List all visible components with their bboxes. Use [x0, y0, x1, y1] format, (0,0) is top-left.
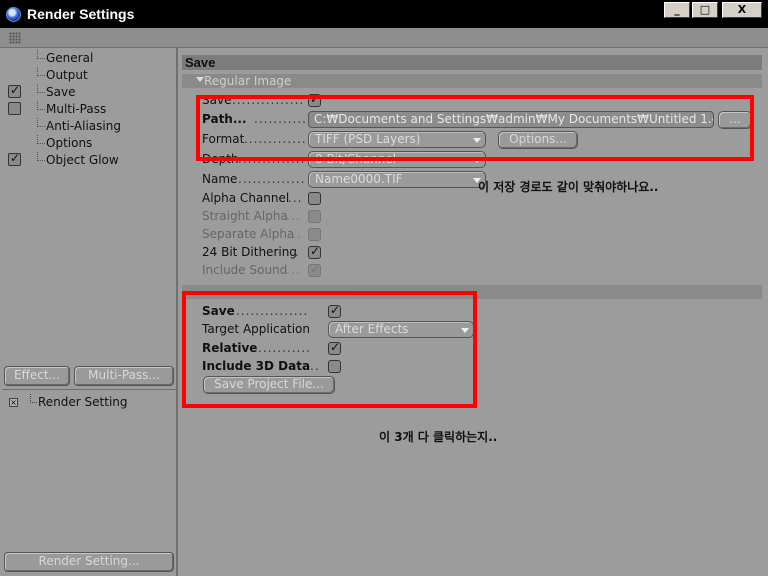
sidebar-checkbox[interactable]	[8, 151, 21, 166]
alpha-channel-field: Alpha Channel ...	[202, 190, 332, 207]
regular-image-section[interactable]: Regular Image	[182, 74, 762, 88]
sidebar-checkbox[interactable]	[8, 83, 21, 98]
separate-alpha-field: Separate Alpha ..	[202, 226, 332, 243]
minimize-button[interactable]: _	[664, 2, 690, 18]
expand-icon[interactable]: ×	[9, 398, 18, 407]
separate-alpha-label: Separate Alpha	[202, 227, 295, 241]
annotation-path-question: 이 저장 경로도 같이 맞춰야하나요..	[478, 180, 659, 194]
alpha-channel-label: Alpha Channel	[202, 191, 290, 205]
leader-dots: ..	[292, 227, 302, 241]
title-bar: Render Settings _ □ X	[0, 0, 768, 28]
straight-alpha-label: Straight Alpha	[202, 209, 288, 223]
sidebar-item-label: Options	[46, 136, 93, 150]
collapse-arrow-icon	[196, 77, 204, 82]
sidebar-item-label: Multi-Pass	[46, 102, 107, 116]
render-setting-button[interactable]: Render Setting...	[4, 552, 174, 572]
render-setting-list: × Render Setting	[2, 389, 176, 546]
render-settings-window: Render Settings _ □ X General Output Save M…	[0, 0, 768, 576]
sidebar-item-save[interactable]: Save	[0, 83, 176, 101]
leader-dots: ...	[288, 191, 303, 205]
include-sound-checkbox	[308, 262, 321, 277]
sidebar-item-anti-aliasing[interactable]: Anti-Aliasing	[0, 118, 176, 135]
sidebar-item-label: Anti-Aliasing	[46, 119, 121, 133]
leader-dots: ..	[290, 245, 300, 259]
tree-line	[37, 67, 45, 76]
include-sound-field: Include Sound ...	[202, 262, 332, 279]
sidebar-item-object-glow[interactable]: Object Glow	[0, 151, 176, 169]
close-button[interactable]: X	[722, 2, 762, 18]
panel-title: Save	[185, 55, 216, 70]
alpha-channel-checkbox[interactable]	[308, 192, 321, 205]
regular-image-label: Regular Image	[204, 74, 292, 88]
straight-alpha-field: Straight Alpha ...	[202, 208, 332, 225]
leader-dots: ...	[286, 263, 301, 277]
sidebar-item-output[interactable]: Output	[0, 67, 176, 84]
name-field: Name .............. Name0000.TIF	[202, 171, 502, 188]
sidebar-item-label: Output	[46, 68, 88, 82]
effect-button[interactable]: Effect...	[4, 366, 70, 386]
include-sound-label: Include Sound	[202, 263, 288, 277]
tree-line	[37, 118, 45, 127]
sidebar-item-label: Object Glow	[46, 153, 119, 167]
sidebar-item-general[interactable]: General	[0, 50, 176, 67]
tree-line	[37, 135, 45, 144]
tree-line	[37, 50, 45, 59]
separate-alpha-checkbox	[308, 228, 321, 241]
dithering-label: 24 Bit Dithering	[202, 245, 297, 259]
tree-line	[30, 394, 37, 403]
annotation-checkbox-question: 이 3개 다 클릭하는지..	[379, 430, 498, 444]
sidebar-item-label: Save	[46, 85, 76, 99]
panel-header: Save	[182, 55, 762, 70]
tree-line	[37, 101, 45, 110]
window-title: Render Settings	[27, 6, 135, 22]
highlight-box-compositing	[182, 291, 477, 408]
maximize-button[interactable]: □	[692, 2, 718, 18]
sidebar-item-options[interactable]: Options	[0, 135, 176, 152]
leader-dots: ..............	[238, 172, 306, 186]
name-label: Name	[202, 172, 238, 186]
toolbar	[0, 28, 768, 48]
grip-icon[interactable]	[9, 32, 21, 44]
sidebar-item-multi-pass[interactable]: Multi-Pass	[0, 101, 176, 118]
highlight-box-path	[196, 95, 754, 161]
name-value: Name0000.TIF	[315, 172, 403, 186]
straight-alpha-checkbox	[308, 210, 321, 223]
multi-pass-button[interactable]: Multi-Pass...	[74, 366, 174, 386]
settings-sidebar: General Output Save Multi-Pass Anti-Aliasing…	[0, 48, 178, 576]
tree-line	[37, 152, 45, 161]
sidebar-item-label: General	[46, 51, 94, 65]
sidebar-checkbox[interactable]	[8, 102, 21, 115]
cinema4d-app-icon	[6, 7, 21, 22]
dithering-checkbox[interactable]	[308, 244, 321, 259]
tree-line	[37, 84, 45, 93]
dithering-field: 24 Bit Dithering ..	[202, 244, 332, 261]
render-setting-item[interactable]: Render Setting	[38, 395, 128, 409]
leader-dots: ...	[286, 209, 301, 223]
name-dropdown[interactable]: Name0000.TIF	[308, 171, 486, 188]
